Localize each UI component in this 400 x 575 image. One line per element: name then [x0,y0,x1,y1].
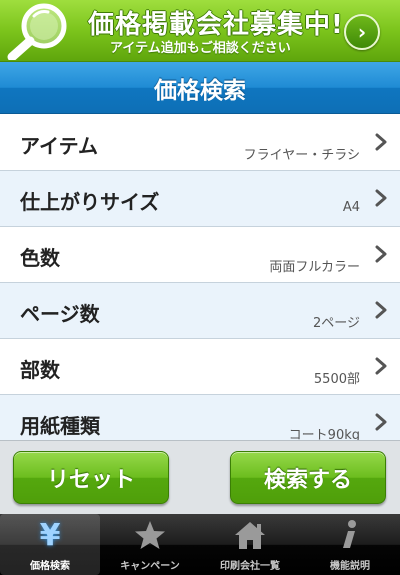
list-item-item[interactable]: アイテム フライヤー・チラシ [0,115,400,171]
list-item-page-count[interactable]: ページ数 2ページ [0,283,400,339]
chevron-right-icon [375,357,387,375]
home-icon [235,522,265,549]
list-item-paper-type[interactable]: 用紙種類 コート90kg [0,395,400,440]
tab-label: 価格検索 [30,561,70,572]
chevron-right-icon: › [357,20,367,44]
banner-arrow-button[interactable]: › [344,14,380,50]
list-item-value: A4 [342,200,360,215]
list-item-value: 2ページ [312,316,360,331]
banner-title: 価格掲載会社募集中! [88,10,344,40]
chevron-right-icon [375,245,387,263]
info-icon [343,520,356,548]
list-item-label: アイテム [20,134,98,158]
chevron-right-icon [375,413,387,431]
tab-printer-list[interactable]: 印刷会社一覧 [200,514,300,575]
list-item-value: 両面フルカラー [269,260,360,275]
list-item-finish-size[interactable]: 仕上がりサイズ A4 [0,171,400,227]
tab-help[interactable]: 機能説明 [300,514,400,575]
list-item-label: 用紙種類 [20,414,100,438]
navigation-bar: 価格検索 [0,62,400,114]
tab-price-search[interactable]: ¥ 価格検索 [0,514,100,575]
tab-campaign[interactable]: キャンペーン [100,514,200,575]
recruit-banner[interactable]: 価格掲載会社募集中! アイテム追加もご相談ください › [0,0,400,62]
tab-bar: ¥ 価格検索 キャンペーン 印刷会社一覧 機能説明 [0,514,400,575]
list-item-value: フライヤー・チラシ [243,148,360,163]
page-title: 価格検索 [154,77,246,104]
star-icon [135,521,165,549]
tab-label: 機能説明 [330,561,370,572]
action-bar: リセット 検索する [0,440,400,514]
list-item-label: ページ数 [20,302,100,326]
chevron-right-icon [375,133,387,151]
chevron-right-icon [375,301,387,319]
tab-label: 印刷会社一覧 [220,561,280,572]
list-item-value: コート90kg [288,428,360,440]
reset-button[interactable]: リセット [13,451,169,504]
list-item-label: 仕上がりサイズ [20,190,160,214]
chevron-right-icon [375,189,387,207]
yen-icon: ¥ [39,517,61,553]
list-item-value: 5500部 [313,372,360,387]
list-item-colors[interactable]: 色数 両面フルカラー [0,227,400,283]
list-item-label: 色数 [20,246,60,270]
magnifier-icon [7,3,67,60]
search-criteria-list[interactable]: アイテム フライヤー・チラシ 仕上がりサイズ A4 色数 両面フルカラー ページ… [0,115,400,440]
search-button[interactable]: 検索する [230,451,386,504]
banner-subtitle: アイテム追加もご相談ください [110,41,291,56]
list-item-copies[interactable]: 部数 5500部 [0,339,400,395]
list-item-label: 部数 [20,358,60,382]
tab-label: キャンペーン [120,561,180,572]
